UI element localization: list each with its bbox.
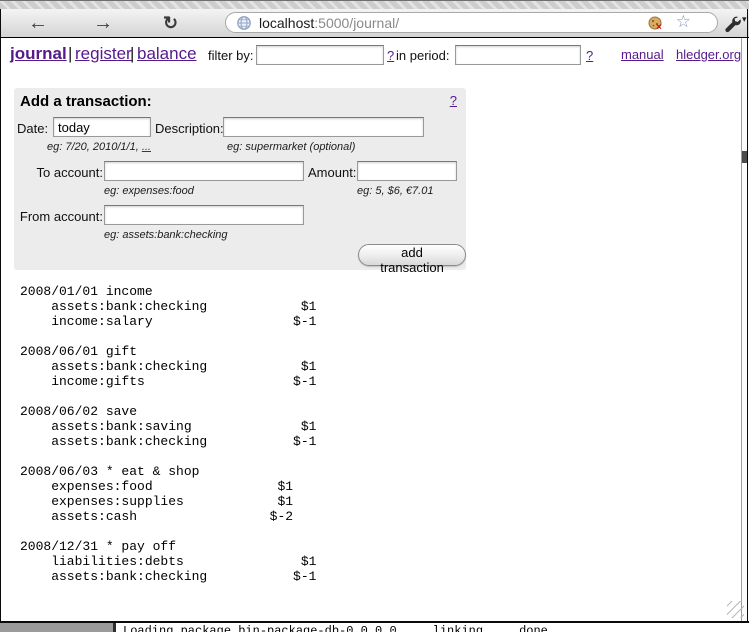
background-terminal-window: Loading package bin-package-db-0.0.0.0 .… <box>113 623 749 632</box>
date-hint-more-link[interactable]: ... <box>142 141 151 153</box>
add-transaction-form: Add a transaction: ? Date: Description: … <box>14 88 466 270</box>
address-bar[interactable]: localhost:5000/journal/ × ☆ <box>225 12 718 33</box>
nav-link-journal[interactable]: journal <box>10 44 67 64</box>
add-transaction-button[interactable]: add transaction <box>358 244 466 266</box>
amount-hint: eg: 5, $6, €7.01 <box>357 185 433 197</box>
form-help-link[interactable]: ? <box>450 93 457 108</box>
url-host: localhost <box>259 15 314 31</box>
url-text[interactable]: localhost:5000/journal/ <box>259 15 399 31</box>
window-titlebar-stripes[interactable] <box>0 0 749 9</box>
page-journal: journal | register | balance filter by: … <box>1 38 741 621</box>
journal-listing: 2008/01/01 income assets:bank:checking $… <box>20 284 316 584</box>
date-label: Date: <box>17 121 48 136</box>
nav-separator: | <box>68 44 72 64</box>
nav-link-balance[interactable]: balance <box>137 44 197 64</box>
nav-separator: | <box>130 44 134 64</box>
description-label: Description: <box>155 121 224 136</box>
hledger-org-link[interactable]: hledger.org <box>676 47 741 62</box>
date-hint-text: eg: 7/20, 2010/1/1, <box>47 141 142 153</box>
to-account-label: To account: <box>14 165 103 180</box>
browser-toolbar: ← → ↻ localhost:5000/journal/ <box>0 9 749 38</box>
to-account-hint: eg: expenses:food <box>104 185 194 197</box>
terminal-output-text: Loading package bin-package-db-0.0.0.0 .… <box>123 624 749 632</box>
bookmark-star-icon[interactable]: ☆ <box>676 12 691 32</box>
description-input[interactable] <box>223 117 424 137</box>
url-path: :5000/journal/ <box>314 15 399 31</box>
from-account-input[interactable] <box>104 205 304 225</box>
wrench-menu-icon[interactable] <box>722 14 741 38</box>
to-account-input[interactable] <box>104 161 304 181</box>
period-help-link[interactable]: ? <box>586 48 593 63</box>
nav-link-register[interactable]: register <box>75 44 132 64</box>
reload-icon[interactable]: ↻ <box>163 11 178 36</box>
site-globe-icon <box>236 15 252 36</box>
amount-label: Amount: <box>308 165 356 180</box>
filter-input[interactable] <box>256 45 384 65</box>
back-icon[interactable]: ← <box>28 10 48 36</box>
from-account-label: From account: <box>14 209 103 224</box>
svg-text:×: × <box>656 22 662 31</box>
period-input[interactable] <box>455 45 581 65</box>
desktop-background <box>0 623 113 632</box>
description-hint: eg: supermarket (optional) <box>227 141 355 153</box>
top-navbar: journal | register | balance filter by: … <box>1 38 741 68</box>
manual-link[interactable]: manual <box>621 47 664 62</box>
date-input[interactable] <box>53 117 151 137</box>
window-border-left <box>0 9 1 622</box>
filter-help-link[interactable]: ? <box>387 48 394 63</box>
date-hint: eg: 7/20, 2010/1/1, ... <box>47 141 151 153</box>
wrench-menu-caret-icon[interactable]: ▾ <box>742 14 747 25</box>
from-account-hint: eg: assets:bank:checking <box>104 229 228 241</box>
amount-input[interactable] <box>357 161 457 181</box>
form-title: Add a transaction: <box>20 93 152 110</box>
browser-window: ← → ↻ localhost:5000/journal/ <box>0 0 749 632</box>
cookie-blocked-icon[interactable]: × <box>647 15 665 36</box>
forward-icon[interactable]: → <box>93 10 113 36</box>
in-period-label: in period: <box>396 48 449 63</box>
filter-by-label: filter by: <box>208 48 254 63</box>
window-border-right <box>747 9 748 622</box>
window-resize-grip-icon[interactable] <box>727 601 744 618</box>
